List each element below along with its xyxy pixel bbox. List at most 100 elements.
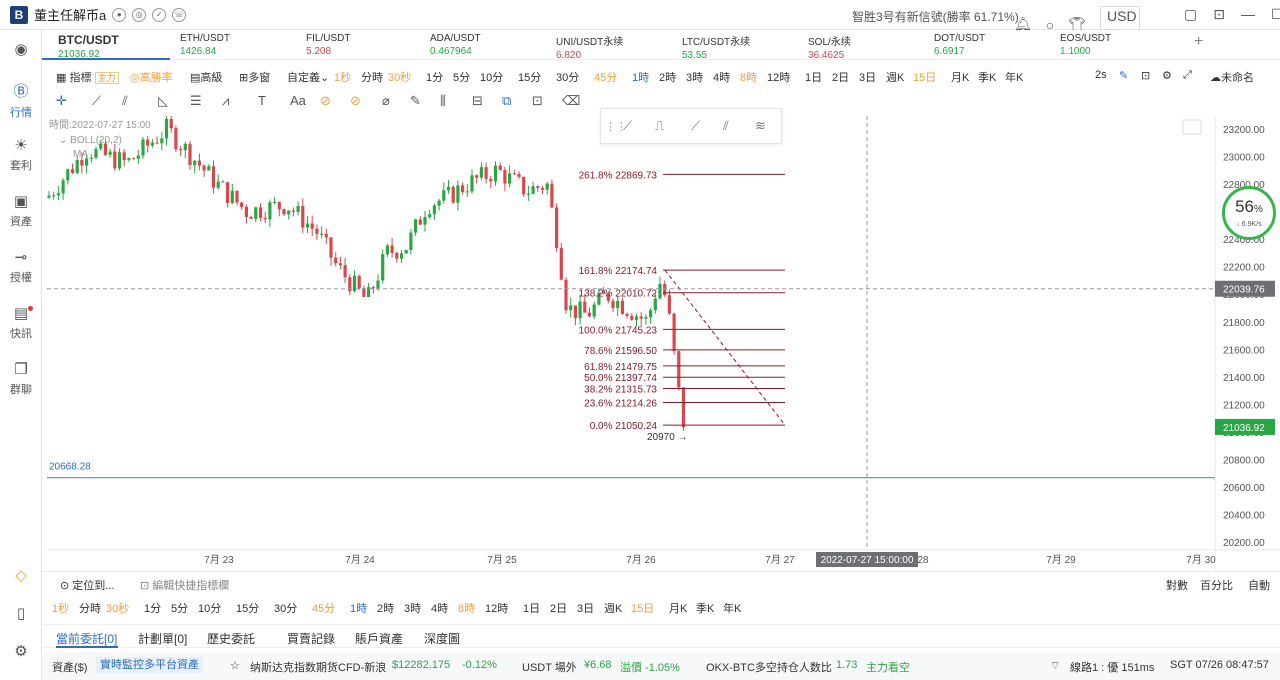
timeframe-option[interactable]: 月K xyxy=(669,600,687,616)
timeframe-option[interactable]: 30秒 xyxy=(106,600,129,616)
brush-icon[interactable]: ✎ xyxy=(410,93,421,109)
screenshot-icon[interactable]: ⊡ xyxy=(1141,69,1150,82)
pencil-icon[interactable]: ✎ xyxy=(1119,69,1128,82)
maximize-icon[interactable]: ☐ xyxy=(1271,6,1280,23)
pin-window-icon[interactable]: ⊡ xyxy=(1213,6,1225,23)
edit-shortcuts-button[interactable]: ⊡ 編輯快捷指標欄 xyxy=(140,577,229,593)
timeframe-option[interactable]: 15日 xyxy=(631,600,654,616)
timeframe-option[interactable]: 3時 xyxy=(686,69,703,85)
tab-history-orders[interactable]: 歷史委託 xyxy=(207,630,255,647)
sidebar-item-chat[interactable]: ❐ 群聊 xyxy=(0,360,42,397)
timeframe-option[interactable]: 15分 xyxy=(518,69,541,85)
tab-trade-records[interactable]: 買賣記錄 xyxy=(287,630,335,647)
timeframe-option[interactable]: 2時 xyxy=(377,600,394,616)
restore-icon[interactable]: ▢ xyxy=(1184,6,1197,23)
compass-icon[interactable]: ◎ xyxy=(132,7,147,22)
timeframe-option[interactable]: 4時 xyxy=(713,69,730,85)
timeframe-option[interactable]: 4時 xyxy=(431,600,448,616)
chrome-icon[interactable]: ◉ xyxy=(0,40,42,61)
sidebar-item-assets[interactable]: ▣ 資產 xyxy=(0,192,42,229)
timeframe-option[interactable]: 季K xyxy=(978,69,996,85)
check-icon[interactable]: ✓ xyxy=(152,7,167,22)
bars-pattern-icon[interactable]: ⫼ xyxy=(440,93,446,109)
multi-window-button[interactable]: ⊞多窗 xyxy=(239,69,270,85)
ticker-tab-fil[interactable]: FIL/USDT 5.208 xyxy=(306,33,350,57)
timeframe-option[interactable]: 分時 xyxy=(361,69,383,85)
timeframe-option[interactable]: 年K xyxy=(723,600,741,616)
tab-depth-chart[interactable]: 深度圖 xyxy=(424,630,460,647)
timeframe-option[interactable]: 5分 xyxy=(453,69,470,85)
draw-parallel-icon[interactable]: ⫽ xyxy=(723,118,729,134)
timeframe-option[interactable]: 1時 xyxy=(632,69,649,85)
tab-account-assets[interactable]: 賬戶資產 xyxy=(355,630,403,647)
percent-scale-toggle[interactable]: 百分比 xyxy=(1200,577,1233,593)
star-icon[interactable]: ☆ xyxy=(230,659,240,672)
timeframe-option[interactable]: 週K xyxy=(886,69,904,85)
fib-tool-icon[interactable]: ☰ xyxy=(190,93,202,109)
text-tool-icon[interactable]: T xyxy=(258,93,266,108)
timeframe-option[interactable]: 季K xyxy=(696,600,714,616)
vip-icon[interactable]: ◇ xyxy=(0,566,42,587)
log-scale-toggle[interactable]: 對數 xyxy=(1166,577,1188,593)
locate-button[interactable]: ⊙ 定位到... xyxy=(60,577,114,593)
candlestick-chart[interactable]: 23200.0023000.0022800.0022600.0022400.00… xyxy=(47,111,1280,570)
ticker-tab-ltc[interactable]: LTC/USDT永续 53.55 xyxy=(682,33,750,61)
timeframe-option[interactable]: 5分 xyxy=(171,600,188,616)
font-tool-icon[interactable]: Aa xyxy=(290,93,306,108)
timeframe-option[interactable]: 週K xyxy=(604,600,622,616)
pin-icon[interactable]: ● xyxy=(112,7,127,22)
tab-plan-orders[interactable]: 計劃單[0] xyxy=(138,630,187,647)
timeframe-option[interactable]: 1日 xyxy=(805,69,822,85)
chart-area[interactable]: 23200.0023000.0022800.0022600.0022400.00… xyxy=(47,111,1280,570)
promo-text[interactable]: 智胜3号有新信號(勝率 61.71%) xyxy=(852,8,1019,25)
ticker-tab-eth[interactable]: ETH/USDT 1426.84 xyxy=(180,33,230,57)
ruler-icon[interactable]: ⌀ xyxy=(382,93,390,109)
minimize-icon[interactable]: — xyxy=(1241,6,1255,23)
auto-scale-toggle[interactable]: 自動 xyxy=(1248,577,1270,593)
high-winrate-button[interactable]: ◎高勝率 xyxy=(130,69,173,85)
route-status[interactable]: 線路1 : 優 151ms xyxy=(1070,659,1154,675)
timeframe-option[interactable]: 10分 xyxy=(480,69,503,85)
visible-icon[interactable]: ⧉ xyxy=(502,93,511,109)
tab-current-orders[interactable]: 當前委託[0] xyxy=(56,630,117,647)
timeframe-option[interactable]: 1時 xyxy=(350,600,367,616)
edit-icon[interactable]: ⊡ xyxy=(532,93,543,109)
timeframe-option[interactable]: 2時 xyxy=(659,69,676,85)
timeframe-option[interactable]: 12時 xyxy=(767,69,790,85)
add-ticker-button[interactable]: + xyxy=(1194,33,1203,51)
timeframe-option[interactable]: 30分 xyxy=(556,69,579,85)
lock-icon[interactable]: ⊟ xyxy=(472,93,483,109)
mobile-icon[interactable]: ▯ xyxy=(0,604,42,625)
timeframe-option[interactable]: 3日 xyxy=(577,600,594,616)
gear-icon[interactable]: ⚙ xyxy=(1162,69,1172,82)
settings-icon[interactable]: ⚙ xyxy=(0,642,42,663)
timeframe-option[interactable]: 1分 xyxy=(144,600,161,616)
timeframe-option[interactable]: 1秒 xyxy=(334,69,351,85)
ticker-tab-btc[interactable]: BTC/USDT 21036.92 xyxy=(58,33,119,60)
ticker-tab-sol[interactable]: SOL/永续 36.4625 xyxy=(808,33,851,61)
timeframe-option[interactable]: 30分 xyxy=(274,600,297,616)
timeframe-option[interactable]: 3時 xyxy=(404,600,421,616)
line-tool-icon[interactable]: ⟋ xyxy=(92,93,101,109)
timeframe-option[interactable]: 45分 xyxy=(312,600,335,616)
advanced-button[interactable]: ▤高級 xyxy=(190,69,222,85)
timeframe-option[interactable]: 15日 xyxy=(913,69,936,85)
ticker-tab-eos[interactable]: EOS/USDT 1.1000 xyxy=(1060,33,1111,57)
refresh-interval[interactable]: 2s xyxy=(1095,69,1107,81)
channel-tool-icon[interactable]: ⫽ xyxy=(122,93,128,109)
timeframe-option[interactable]: 3日 xyxy=(859,69,876,85)
ticker-tab-ada[interactable]: ADA/USDT 0.467964 xyxy=(430,33,481,57)
sidebar-item-arbitrage[interactable]: ☀ 套利 xyxy=(0,136,42,173)
trash-icon[interactable]: ⌫ xyxy=(562,93,580,109)
angle-tool-icon[interactable]: ◺ xyxy=(158,93,168,109)
timeframe-option[interactable]: 月K xyxy=(951,69,969,85)
timeframe-option[interactable]: 8時 xyxy=(458,600,475,616)
timeframe-option[interactable]: 8時 xyxy=(740,69,757,85)
crosshair-tool-icon[interactable]: ✛ xyxy=(56,93,67,109)
sidebar-item-news[interactable]: ▤ 快訊 xyxy=(0,304,42,341)
ticker-tab-dot[interactable]: DOT/USDT 6.6917 xyxy=(934,33,985,57)
draw-hline-icon[interactable]: ⎍ xyxy=(655,118,664,134)
sidebar-item-authorize[interactable]: ⊸ 授權 xyxy=(0,248,42,285)
sidebar-item-market[interactable]: Ⓑ 行情 xyxy=(0,80,42,120)
news-label[interactable]: 纳斯达克指数期货CFD-新浪 xyxy=(250,659,386,675)
